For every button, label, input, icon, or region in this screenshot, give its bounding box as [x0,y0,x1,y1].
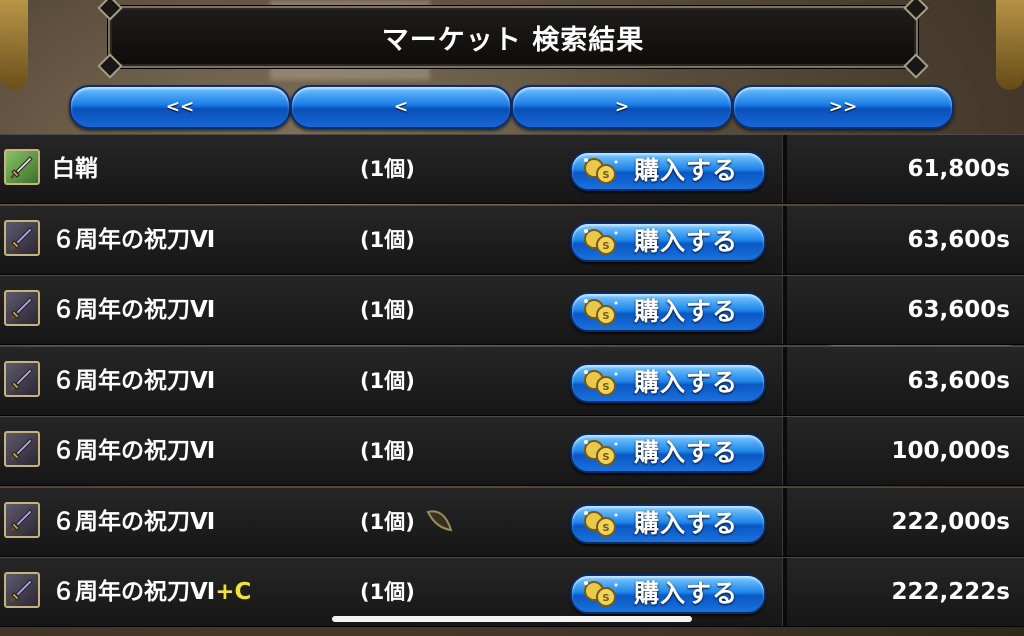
item-quantity: (1個) [360,368,415,393]
item-price: 100,000s [891,438,1010,464]
buy-button-label: 購入する [634,297,739,326]
buy-button[interactable]: S 購入する [570,362,766,403]
buy-button[interactable]: S 購入する [570,433,766,473]
coin-icon: S [580,227,626,261]
buy-button[interactable]: S 購入する [570,503,766,544]
home-indicator[interactable] [332,616,692,622]
column-divider [782,487,787,556]
purple-sword-icon [4,572,40,608]
buy-button-label: 購入する [634,226,739,256]
buy-button-label: 購入する [634,579,739,608]
column-divider [782,346,787,415]
item-name: ６周年の祝刀Ⅵ [52,417,215,485]
green-sword-icon [4,149,40,185]
item-price: 63,600s [907,226,1010,253]
column-divider [782,417,787,485]
coin-icon: S [580,156,626,190]
svg-text:S: S [602,311,609,322]
seed-icon [424,506,454,540]
item-name: ６周年の祝刀Ⅵ [52,206,215,274]
item-name: ６周年の祝刀Ⅵ [52,488,215,556]
buy-button-label: 購入する [634,438,739,467]
item-suffix: +C [215,579,252,605]
item-price: 222,222s [891,579,1010,605]
coin-icon: S [580,579,626,613]
item-quantity: (1個) [360,298,415,322]
table-row: ６周年の祝刀Ⅵ (1個) S 購入する 100,000s [0,416,1024,486]
svg-text:S: S [602,382,609,393]
buy-button[interactable]: S 購入する [570,151,766,191]
item-name: ６周年の祝刀Ⅵ [52,276,215,344]
item-name-text: ６周年の祝刀Ⅵ [52,226,216,253]
item-name-text: ６周年の祝刀Ⅵ [52,579,216,605]
table-row: ６周年の祝刀Ⅵ (1個) S 購入する 63,600s [0,204,1024,275]
buy-button[interactable]: S 購入する [570,221,766,262]
item-quantity: (1個) [360,157,415,181]
item-price: 61,800s [907,156,1010,182]
corner-ornament [903,0,929,21]
title-bar: マーケット 検索結果 [97,0,929,79]
column-divider [782,135,787,203]
purple-sword-icon [4,431,40,467]
table-row: 白鞘 (1個) S 購入する 61,800s [0,134,1024,204]
item-price: 222,000s [891,508,1010,535]
next-page-button[interactable]: > [511,85,733,129]
item-quantity: (1個) [360,227,415,252]
table-row: ６周年の祝刀Ⅵ (1個) S 購入する 63,600s [0,275,1024,345]
corner-ornament [903,53,929,79]
item-price: 63,600s [907,367,1010,394]
coin-icon: S [580,297,626,331]
buy-button[interactable]: S 購入する [570,292,766,332]
item-name-text: ６周年の祝刀Ⅵ [52,438,216,464]
column-divider [782,558,787,626]
purple-sword-icon [4,219,40,256]
svg-text:S: S [602,241,609,252]
buy-button-label: 購入する [634,508,739,538]
coin-icon: S [580,368,626,402]
corner-ornament [97,53,123,79]
item-price: 63,600s [907,297,1010,323]
column-divider [782,276,787,344]
table-row: ６周年の祝刀Ⅵ (1個) S 購入する 222,000s [0,486,1024,557]
corner-ornament [97,0,123,21]
item-name-text: ６周年の祝刀Ⅵ [52,297,216,323]
page-title: マーケット 検索結果 [381,24,645,56]
buy-button-label: 購入する [634,156,739,185]
table-row: ６周年の祝刀Ⅵ (1個) S 購入する 63,600s [0,345,1024,416]
item-name: ６周年の祝刀Ⅵ [52,347,215,415]
last-page-button[interactable]: >> [732,85,954,129]
item-name: ６周年の祝刀Ⅵ+C [52,558,251,626]
right-ornament [996,0,1024,90]
svg-text:S: S [602,523,609,534]
coin-icon: S [580,509,626,543]
column-divider [782,205,787,274]
left-ornament [0,0,28,90]
purple-sword-icon [4,290,40,326]
item-name-text: ６周年の祝刀Ⅵ [52,508,216,535]
item-name: 白鞘 [52,135,98,203]
svg-text:S: S [602,170,609,181]
item-name-text: 白鞘 [52,156,98,182]
coin-icon: S [580,438,626,472]
first-page-button[interactable]: << [69,85,291,129]
item-name-text: ６周年の祝刀Ⅵ [52,367,216,394]
purple-sword-icon [4,360,40,397]
buy-button-label: 購入する [634,367,739,397]
buy-button[interactable]: S 購入する [570,574,766,614]
item-quantity: (1個) [360,509,415,534]
purple-sword-icon [4,501,40,538]
item-quantity: (1個) [360,439,415,463]
svg-text:S: S [602,452,609,463]
svg-text:S: S [602,593,609,604]
prev-page-button[interactable]: < [290,85,512,129]
